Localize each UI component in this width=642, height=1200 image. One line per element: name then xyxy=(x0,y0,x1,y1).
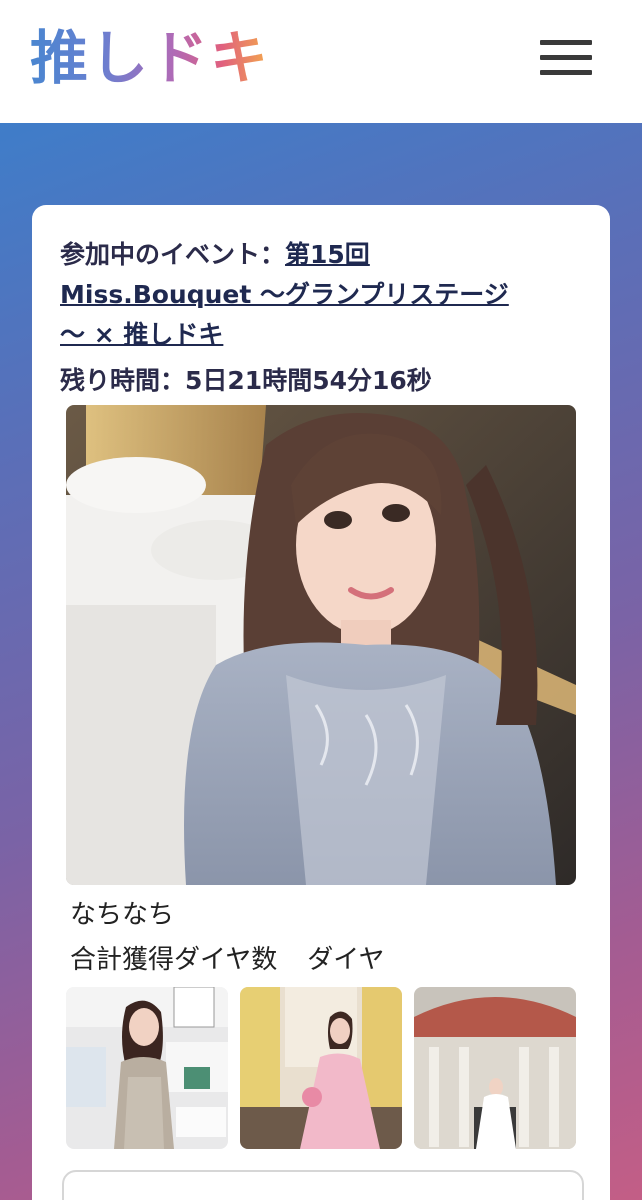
event-link-part: Miss.Bouquet 〜グランプリステージ xyxy=(60,280,509,309)
thumbnail-photo-2[interactable] xyxy=(240,987,402,1149)
oshidoki-logo[interactable]: 推しドキ xyxy=(30,24,270,92)
app-header: 推しドキ xyxy=(0,0,642,124)
remaining-time: 残り時間：5日21時間54分16秒 xyxy=(60,361,580,401)
thumbnail-photo-1[interactable] xyxy=(66,987,228,1149)
main-profile-photo[interactable] xyxy=(66,405,576,885)
event-link-part: 〜 × 推しドキ xyxy=(60,320,224,349)
remaining-time-label: 残り時間： xyxy=(60,366,186,395)
event-label: 参加中のイベント： xyxy=(60,240,286,269)
total-diamonds-unit: ダイヤ xyxy=(307,945,385,975)
total-diamonds-label: 合計獲得ダイヤ数 xyxy=(70,945,278,975)
event-link-part: 第15回 xyxy=(285,240,370,269)
hamburger-menu-icon[interactable] xyxy=(536,36,596,80)
menu-bar xyxy=(540,70,592,75)
profile-card: 参加中のイベント：第15回 Miss.Bouquet 〜グランプリステージ〜 × … xyxy=(32,205,610,1200)
event-info: 参加中のイベント：第15回 Miss.Bouquet 〜グランプリステージ〜 × … xyxy=(60,235,580,355)
menu-bar xyxy=(540,40,592,45)
profile-name: なちなち xyxy=(70,900,175,930)
thumbnail-photo-3[interactable] xyxy=(414,987,576,1149)
remaining-time-value: 5日21時間54分16秒 xyxy=(185,366,432,395)
total-diamonds: 合計獲得ダイヤ数 ダイヤ xyxy=(70,940,384,980)
menu-bar xyxy=(540,55,592,60)
bottom-panel xyxy=(62,1170,584,1200)
